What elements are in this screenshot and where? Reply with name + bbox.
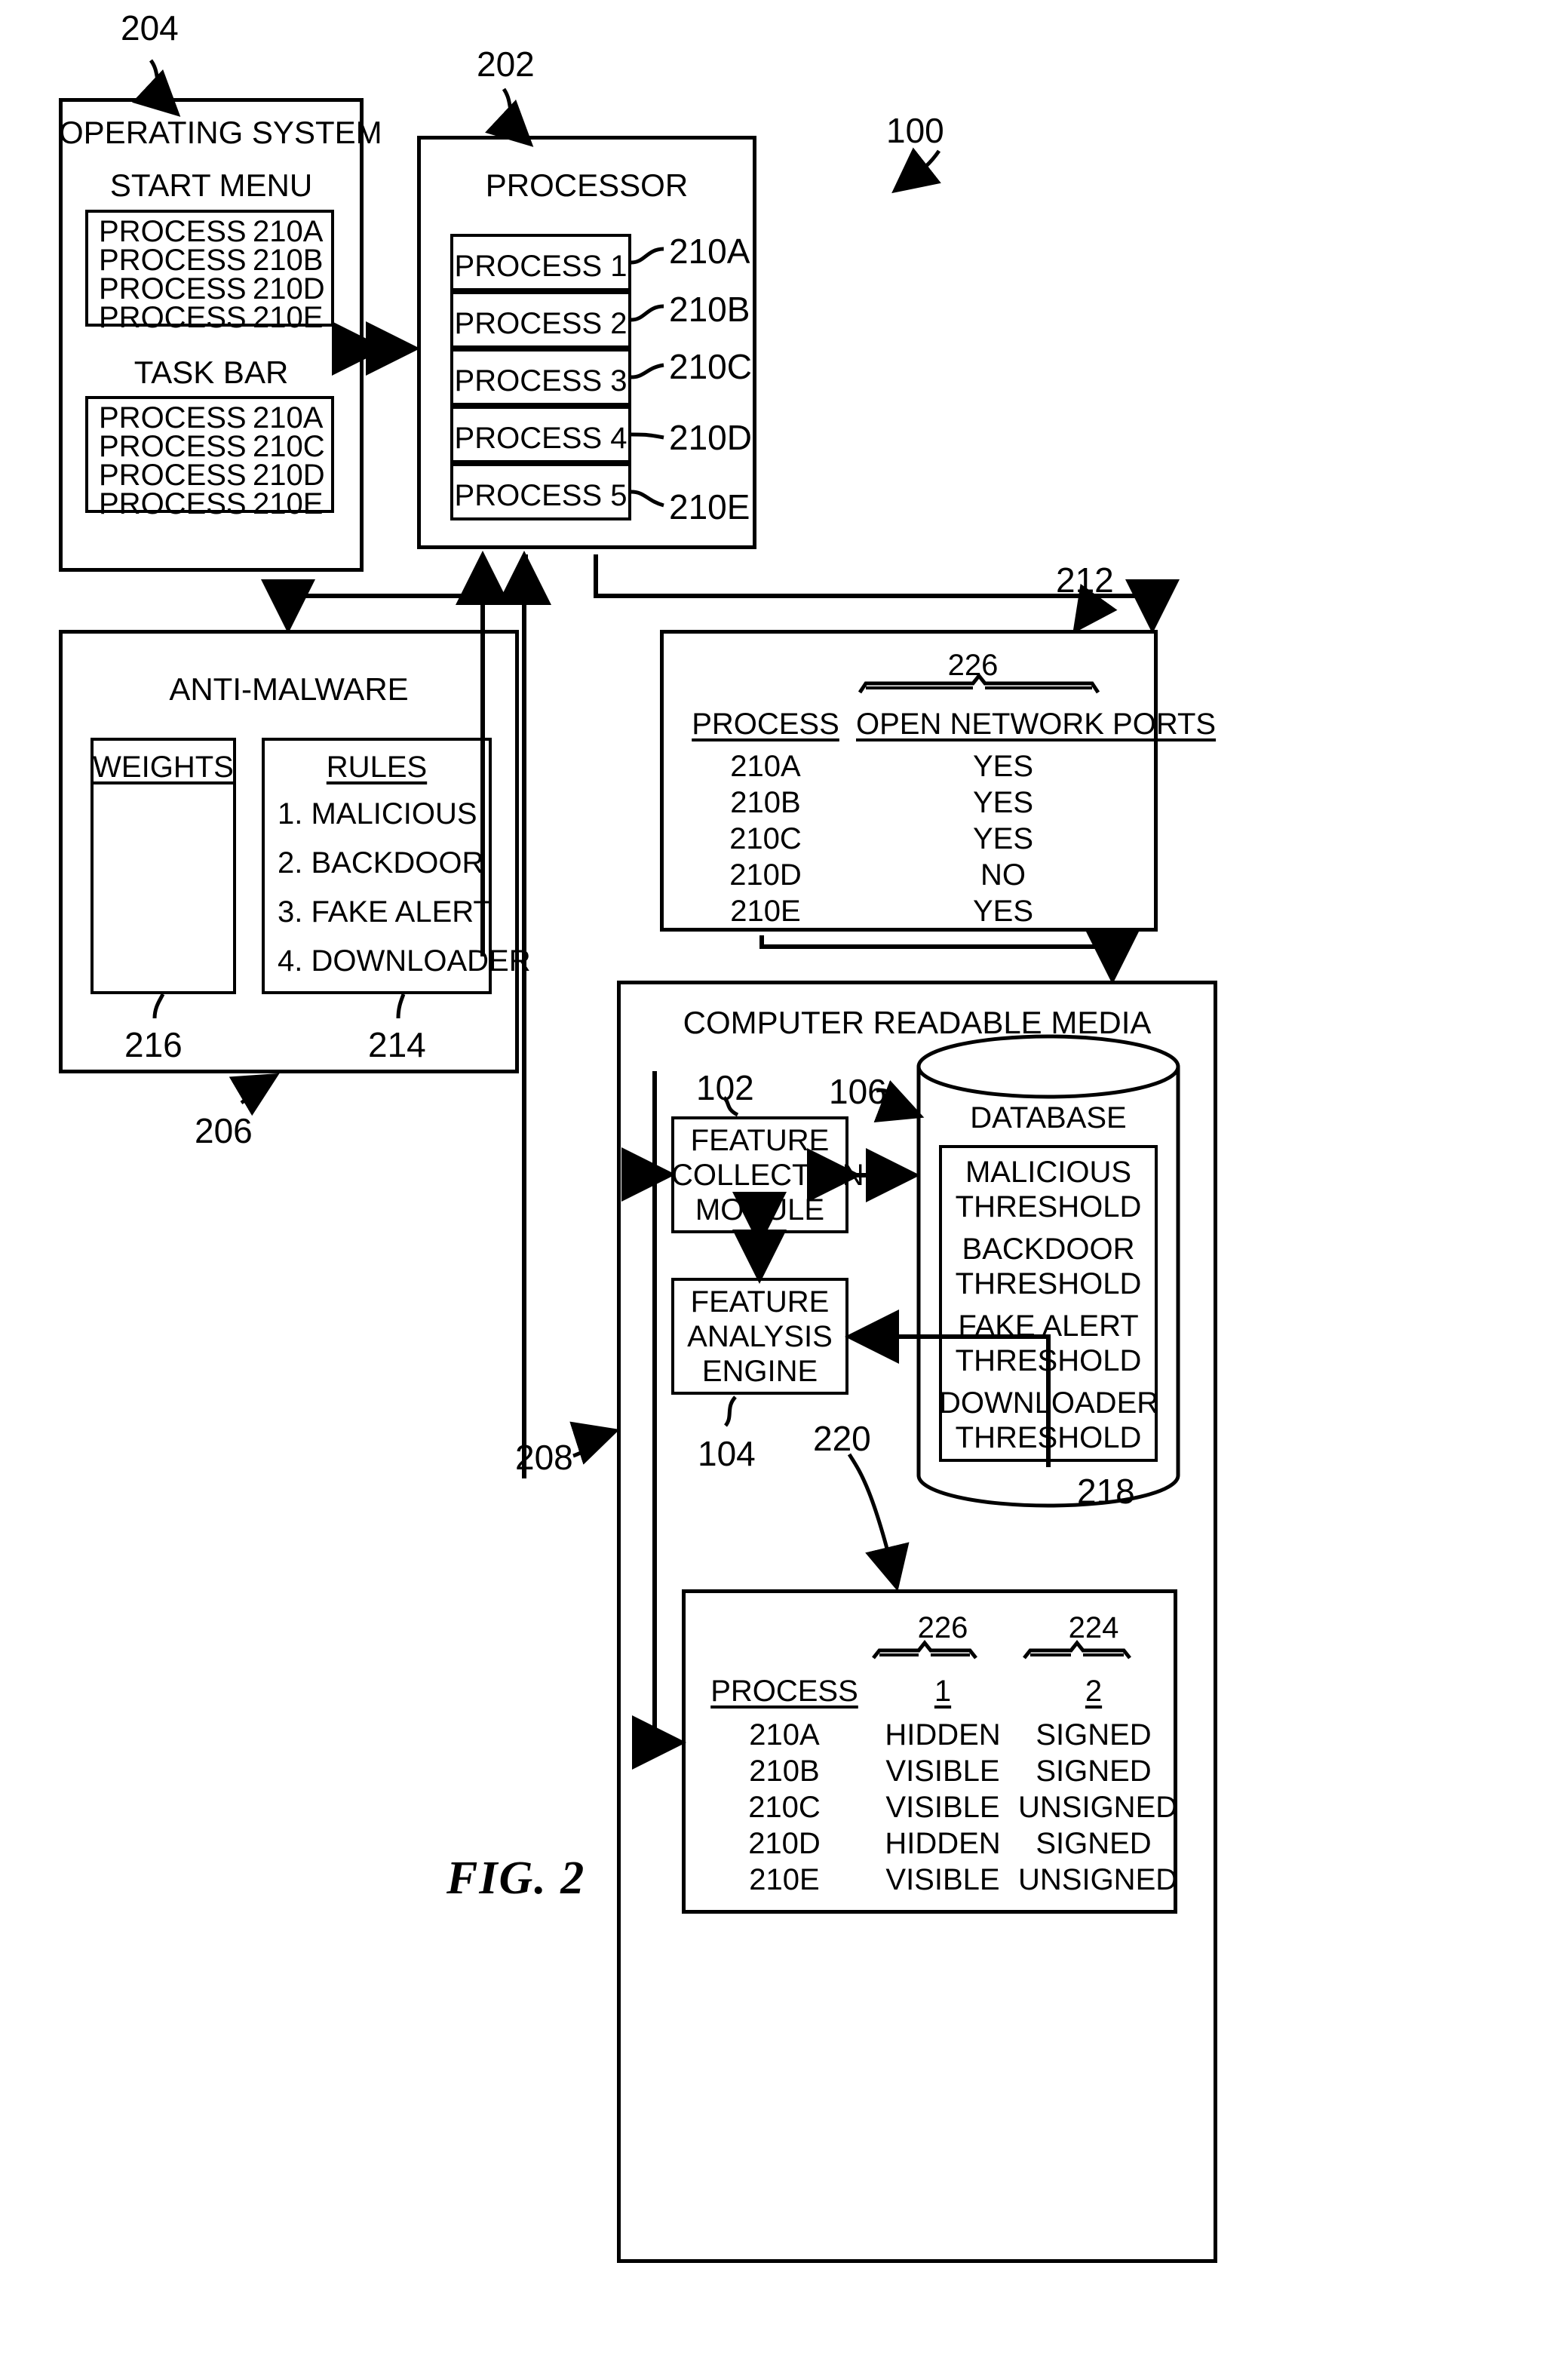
features-row-col1: VISIBLE <box>885 1755 1000 1788</box>
ref-210D: 210D <box>669 418 752 457</box>
ref-104: 104 <box>698 1434 756 1473</box>
feature-analysis-line: ENGINE <box>701 1355 818 1388</box>
anti-malware-title: ANTI-MALWARE <box>169 671 409 707</box>
feature-collection-line: COLLECTION <box>671 1159 864 1192</box>
ports-row-process: 210D <box>729 858 802 892</box>
ref-220: 220 <box>813 1419 871 1458</box>
process-name: PROCESS <box>99 487 247 520</box>
ports-row-process: 210E <box>730 895 801 928</box>
ref-106: 106 <box>829 1072 887 1111</box>
threshold-word: THRESHOLD <box>955 1190 1142 1223</box>
features-row-col2: SIGNED <box>1036 1755 1152 1788</box>
ports-row-process: 210A <box>730 750 801 783</box>
process-3-label: PROCESS 3 <box>454 364 628 398</box>
feature-analysis-line: ANALYSIS <box>687 1320 833 1353</box>
ports-row-value: YES <box>972 822 1034 855</box>
features-row-process: 210E <box>749 1863 820 1896</box>
features-row-col2: SIGNED <box>1036 1718 1152 1752</box>
process-2-label: PROCESS 2 <box>454 307 628 340</box>
start-menu-title: START MENU <box>109 167 313 203</box>
ports-row-process: 210C <box>729 822 802 855</box>
ports-table-header-process: PROCESS <box>692 708 839 741</box>
ref-202: 202 <box>477 45 535 84</box>
rule-item: 1. MALICIOUS <box>278 797 477 830</box>
features-row-process: 210C <box>748 1791 821 1824</box>
ref-214: 214 <box>368 1025 426 1064</box>
features-row-col2: UNSIGNED <box>1018 1791 1178 1824</box>
rules-title: RULES <box>326 751 428 784</box>
threshold-name: FAKE ALERT <box>958 1309 1139 1343</box>
ports-row-value: YES <box>972 786 1034 819</box>
ports-table-header-ports: OPEN NETWORK PORTS <box>856 708 1217 741</box>
features-header-col2: 2 <box>1085 1675 1103 1708</box>
process-id: 210E <box>253 487 324 520</box>
threshold-name: BACKDOOR <box>962 1233 1135 1266</box>
patent-figure-sheet: 204 OPERATING SYSTEM START MENU PROCESS … <box>0 0 1568 2361</box>
database-title: DATABASE <box>970 1101 1127 1134</box>
threshold-word: THRESHOLD <box>955 1267 1142 1300</box>
features-row-process: 210A <box>749 1718 820 1752</box>
ports-row-value: NO <box>980 858 1026 892</box>
ports-row-value: YES <box>972 750 1034 783</box>
operating-system-title: OPERATING SYSTEM <box>59 115 382 150</box>
features-header-col1: 1 <box>934 1675 952 1708</box>
process-name: PROCESS <box>99 301 247 334</box>
ref-210B: 210B <box>669 290 750 329</box>
ports-row-process: 210B <box>730 786 801 819</box>
ports-row-value: YES <box>972 895 1034 928</box>
threshold-name: MALICIOUS <box>965 1156 1132 1189</box>
features-header-process: PROCESS <box>710 1675 858 1708</box>
rule-item: 4. DOWNLOADER <box>278 944 531 978</box>
features-row-col2: UNSIGNED <box>1018 1863 1178 1896</box>
ref-210E: 210E <box>669 487 750 527</box>
task-bar-row-id: 210E <box>253 487 323 521</box>
task-bar-row: PROCESS <box>99 487 247 521</box>
ref-206: 206 <box>195 1111 253 1150</box>
process-4-label: PROCESS 4 <box>454 422 628 455</box>
rule-item: 2. BACKDOOR <box>278 846 484 880</box>
process-1-label: PROCESS 1 <box>454 250 628 283</box>
process-5-label: PROCESS 5 <box>454 479 628 512</box>
features-row-col1: VISIBLE <box>885 1863 1000 1896</box>
feature-analysis-line: FEATURE <box>690 1285 830 1319</box>
feature-collection-line: FEATURE <box>690 1124 830 1157</box>
ref-224-features: 224 <box>1068 1611 1119 1644</box>
features-row-process: 210D <box>748 1827 821 1860</box>
ref-226-features: 226 <box>917 1611 968 1644</box>
threshold-name: DOWNLOADER <box>939 1386 1159 1420</box>
ref-226-ports: 226 <box>947 649 999 682</box>
figure-caption: FIG. 2 <box>446 1853 586 1904</box>
feature-collection-line: MODULE <box>695 1193 825 1227</box>
ref-218: 218 <box>1077 1472 1135 1511</box>
threshold-word: THRESHOLD <box>955 1344 1142 1377</box>
features-row-col1: HIDDEN <box>885 1718 1001 1752</box>
ref-100: 100 <box>886 111 944 150</box>
ref-204: 204 <box>121 8 179 48</box>
ref-210C: 210C <box>669 347 752 386</box>
ref-208: 208 <box>515 1438 573 1477</box>
processor-title: PROCESSOR <box>485 167 689 203</box>
rule-item: 3. FAKE ALERT <box>278 895 492 929</box>
start-menu-row: PROCESS <box>99 301 247 335</box>
process-id: 210E <box>253 301 324 334</box>
features-row-col1: VISIBLE <box>885 1791 1000 1824</box>
threshold-word: THRESHOLD <box>955 1421 1142 1454</box>
ref-216: 216 <box>124 1025 183 1064</box>
features-row-col1: HIDDEN <box>885 1827 1001 1860</box>
ref-212: 212 <box>1056 560 1114 600</box>
ref-102: 102 <box>696 1068 754 1107</box>
start-menu-row-id: 210E <box>253 301 323 335</box>
ref-210A: 210A <box>669 232 750 271</box>
features-row-col2: SIGNED <box>1036 1827 1152 1860</box>
weights-title: WEIGHTS <box>93 751 234 784</box>
task-bar-title: TASK BAR <box>133 355 289 390</box>
features-row-process: 210B <box>749 1755 820 1788</box>
